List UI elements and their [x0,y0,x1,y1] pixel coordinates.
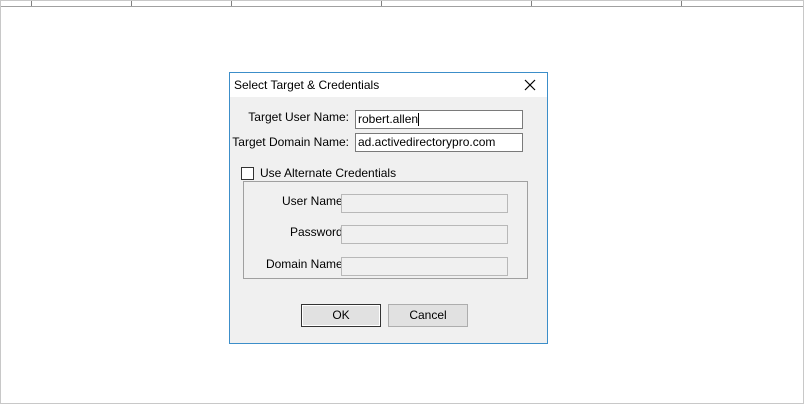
dialog-title: Select Target & Credentials [234,78,380,92]
column-divider [381,1,382,6]
user-name-label: User Name: [281,194,346,208]
ok-button[interactable]: OK [301,304,381,327]
cancel-button[interactable]: Cancel [388,304,468,327]
column-divider [531,1,532,6]
close-icon [524,79,536,91]
user-name-input[interactable] [341,194,508,213]
use-alternate-credentials-checkbox[interactable] [241,167,254,180]
target-domain-name-label: Target Domain Name: [232,135,349,149]
target-user-name-input[interactable]: robert.allen [355,110,523,129]
column-divider [131,1,132,6]
target-domain-name-value: ad.activedirectorypro.com [358,135,496,149]
domain-name-input[interactable] [341,257,508,276]
use-alternate-credentials-label[interactable]: Use Alternate Credentials [260,166,396,180]
target-domain-name-input[interactable]: ad.activedirectorypro.com [355,133,523,152]
target-user-name-label: Target User Name: [248,110,349,124]
column-header-strip [1,1,803,7]
password-input[interactable] [341,225,508,244]
column-divider [231,1,232,6]
target-user-name-value: robert.allen [358,112,419,126]
dialog-titlebar: Select Target & Credentials [230,73,547,97]
text-caret [418,113,420,127]
domain-name-label: Domain Name: [265,257,346,271]
column-divider [31,1,32,6]
password-label: Password: [289,225,346,239]
select-target-dialog: Select Target & Credentials Target User … [229,72,548,344]
column-divider [681,1,682,6]
close-button[interactable] [513,73,547,97]
